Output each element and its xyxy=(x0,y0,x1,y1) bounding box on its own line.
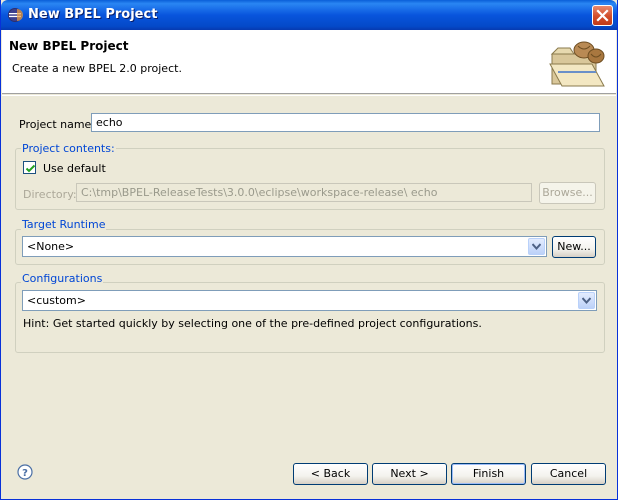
wizard-banner: New BPEL Project Create a new BPEL 2.0 p… xyxy=(2,30,616,94)
help-icon[interactable]: ? xyxy=(17,464,33,480)
target-runtime-value: <None> xyxy=(27,240,75,253)
configurations-title: Configurations xyxy=(21,272,104,285)
chevron-down-icon[interactable] xyxy=(528,238,545,255)
banner-separator xyxy=(2,95,616,96)
folder-beans-icon xyxy=(548,34,608,90)
checkmark-icon xyxy=(25,164,36,173)
use-default-checkbox[interactable] xyxy=(23,161,36,174)
new-runtime-button[interactable]: New... xyxy=(552,236,596,258)
chevron-down-icon[interactable] xyxy=(578,292,595,309)
target-runtime-title: Target Runtime xyxy=(21,218,107,231)
banner-title: New BPEL Project xyxy=(9,39,129,53)
back-button[interactable]: < Back xyxy=(293,463,368,485)
directory-label: Directory: xyxy=(23,188,77,201)
configurations-select[interactable]: <custom> xyxy=(22,290,597,311)
directory-input: C:\tmp\BPEL-ReleaseTests\3.0.0\eclipse\w… xyxy=(76,183,532,202)
project-contents-title: Project contents: xyxy=(21,142,116,155)
dialog-window: New BPEL Project New BPEL Project Create… xyxy=(0,0,618,500)
svg-text:?: ? xyxy=(22,468,28,479)
target-runtime-select[interactable]: <None> xyxy=(22,236,547,257)
cancel-button[interactable]: Cancel xyxy=(531,463,606,485)
banner-description: Create a new BPEL 2.0 project. xyxy=(12,62,182,75)
title-bar[interactable]: New BPEL Project xyxy=(1,0,617,30)
project-name-input[interactable]: echo xyxy=(91,113,600,132)
project-name-label: Project name: xyxy=(19,118,96,131)
browse-button: Browse... xyxy=(539,182,596,204)
window-title: New BPEL Project xyxy=(28,7,158,22)
use-default-label: Use default xyxy=(43,162,106,175)
close-icon xyxy=(596,9,609,22)
next-button[interactable]: Next > xyxy=(372,463,447,485)
eclipse-icon xyxy=(7,7,23,23)
close-button[interactable] xyxy=(592,5,613,26)
configurations-hint: Hint: Get started quickly by selecting o… xyxy=(23,317,482,330)
configurations-value: <custom> xyxy=(27,294,86,307)
finish-button[interactable]: Finish xyxy=(451,463,526,485)
